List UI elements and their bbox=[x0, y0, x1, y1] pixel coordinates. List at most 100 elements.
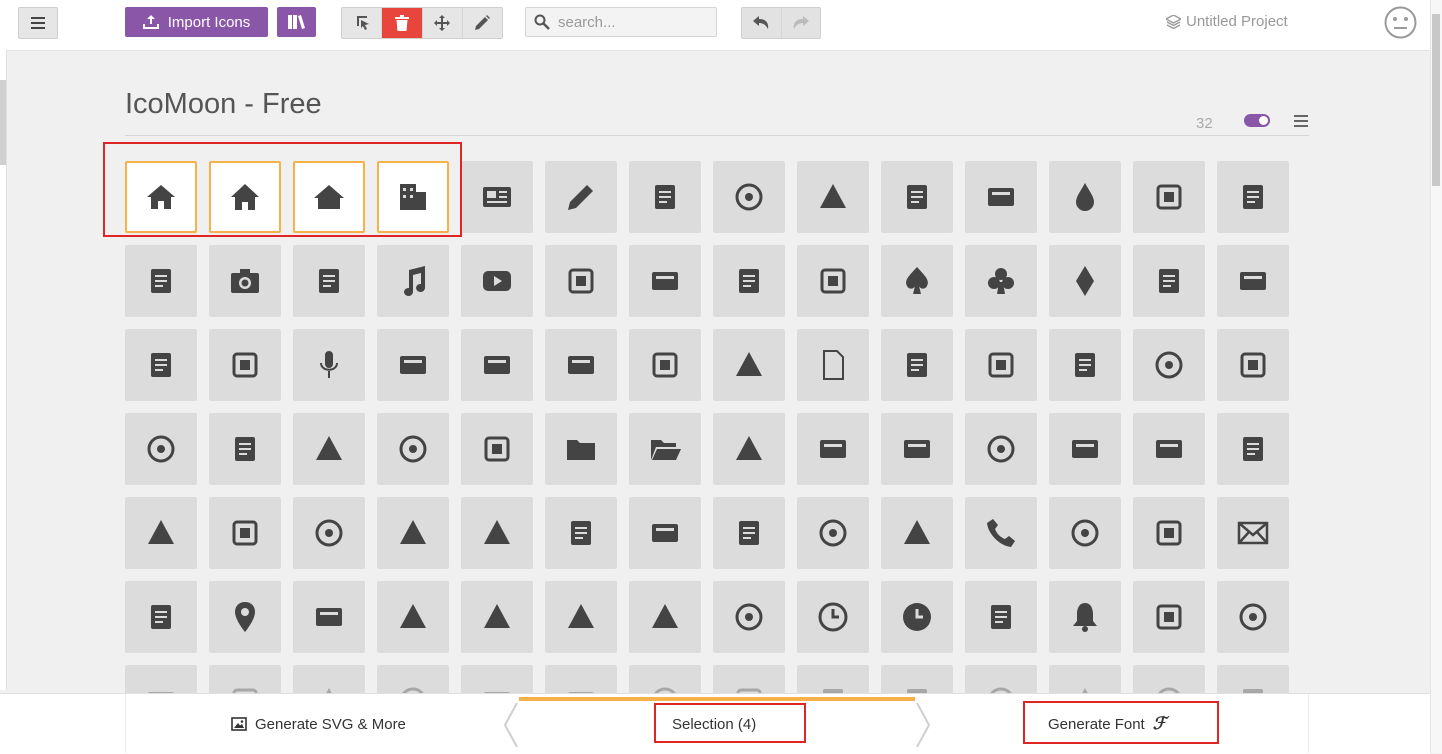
icon-tile-qrcode[interactable] bbox=[125, 497, 197, 569]
icon-tile-paint-format[interactable] bbox=[1133, 161, 1205, 233]
icon-tile-paste[interactable] bbox=[377, 413, 449, 485]
icon-tile-drawer2[interactable] bbox=[881, 665, 953, 693]
icon-tile-folder-open[interactable] bbox=[629, 413, 701, 485]
icon-tile-clubs[interactable] bbox=[965, 245, 1037, 317]
icon-tile-mobile[interactable] bbox=[461, 665, 533, 693]
icon-tile-music[interactable] bbox=[377, 245, 449, 317]
icon-tile-pencil2[interactable] bbox=[629, 161, 701, 233]
icon-tile-dice[interactable] bbox=[713, 245, 785, 317]
icon-tile-location2[interactable] bbox=[293, 581, 365, 653]
icon-tile-image[interactable] bbox=[1217, 161, 1289, 233]
main-menu-button[interactable] bbox=[18, 7, 58, 39]
icon-tile-folder-minus[interactable] bbox=[797, 413, 869, 485]
icon-tile-file-picture[interactable] bbox=[1049, 329, 1121, 401]
icon-tile-display[interactable] bbox=[293, 665, 365, 693]
icon-tile-quill[interactable] bbox=[713, 161, 785, 233]
icon-tile-file-zip[interactable] bbox=[209, 413, 281, 485]
icon-tile-tablet[interactable] bbox=[629, 665, 701, 693]
icon-tile-bullhorn[interactable] bbox=[1133, 245, 1205, 317]
left-scroll-thumb[interactable] bbox=[0, 80, 6, 165]
icon-tile-price-tags[interactable] bbox=[1133, 413, 1205, 485]
icon-tile-folder[interactable] bbox=[545, 413, 617, 485]
icon-library-button[interactable] bbox=[277, 7, 316, 37]
icon-tile-spades[interactable] bbox=[881, 245, 953, 317]
icon-tile-phone[interactable] bbox=[965, 497, 1037, 569]
icon-tile-download[interactable] bbox=[1133, 665, 1205, 693]
icon-set-title[interactable]: IcoMoon - Free bbox=[125, 88, 322, 121]
icon-tile-drawer[interactable] bbox=[797, 665, 869, 693]
icon-tile-files-empty[interactable] bbox=[881, 329, 953, 401]
icon-tile-newspaper[interactable] bbox=[461, 161, 533, 233]
icon-tile-video-camera[interactable] bbox=[629, 245, 701, 317]
user-avatar[interactable] bbox=[1384, 6, 1417, 44]
icon-tile-compass2[interactable] bbox=[461, 581, 533, 653]
icon-tile-copy[interactable] bbox=[293, 413, 365, 485]
icon-tile-pen[interactable] bbox=[797, 161, 869, 233]
import-icons-button[interactable]: Import Icons bbox=[125, 7, 268, 37]
generate-svg-button[interactable]: Generate SVG & More bbox=[231, 712, 406, 736]
icon-tile-clock[interactable] bbox=[797, 581, 869, 653]
icon-tile-clock2[interactable] bbox=[881, 581, 953, 653]
icon-tile-tv[interactable] bbox=[713, 665, 785, 693]
icon-tile-droplet[interactable] bbox=[1049, 161, 1121, 233]
edit-tool[interactable] bbox=[462, 8, 502, 38]
icon-tile-upload[interactable] bbox=[1217, 665, 1289, 693]
icon-tile-mobile2[interactable] bbox=[545, 665, 617, 693]
icon-tile-phone-hang-up[interactable] bbox=[1049, 497, 1121, 569]
icon-tile-map[interactable] bbox=[545, 581, 617, 653]
icon-tile-laptop[interactable] bbox=[377, 665, 449, 693]
undo-button[interactable] bbox=[742, 8, 782, 38]
icon-tile-folder-upload[interactable] bbox=[965, 413, 1037, 485]
icon-tile-address-book[interactable] bbox=[1133, 497, 1205, 569]
icon-tile-cart[interactable] bbox=[293, 497, 365, 569]
icon-tile-file-play[interactable] bbox=[1217, 329, 1289, 401]
icon-tile-alarm[interactable] bbox=[965, 581, 1037, 653]
icon-tile-calculator[interactable] bbox=[797, 497, 869, 569]
icon-tile-barcode[interactable] bbox=[1217, 413, 1289, 485]
icon-tile-calendar[interactable] bbox=[1217, 581, 1289, 653]
icon-tile-blog[interactable] bbox=[881, 161, 953, 233]
icon-tile-folder-plus[interactable] bbox=[713, 413, 785, 485]
icon-tile-keyboard[interactable] bbox=[209, 665, 281, 693]
icon-tile-feed[interactable] bbox=[209, 329, 281, 401]
icon-tile-library[interactable] bbox=[545, 329, 617, 401]
icon-tile-connection[interactable] bbox=[1217, 245, 1289, 317]
icon-tile-file-video[interactable] bbox=[125, 413, 197, 485]
icon-tile-podcast[interactable] bbox=[125, 329, 197, 401]
icon-tile-ticket[interactable] bbox=[209, 497, 281, 569]
icon-tile-envelop[interactable] bbox=[1217, 497, 1289, 569]
icon-tile-coin-yen[interactable] bbox=[629, 497, 701, 569]
icon-tile-pencil[interactable] bbox=[545, 161, 617, 233]
icon-tile-file-empty[interactable] bbox=[797, 329, 869, 401]
project-menu[interactable]: Untitled Project bbox=[1166, 13, 1288, 30]
icon-tile-coin-dollar[interactable] bbox=[377, 497, 449, 569]
delete-tool[interactable] bbox=[382, 8, 423, 38]
icon-tile-lifebuoy[interactable] bbox=[881, 497, 953, 569]
icon-tile-eyedropper[interactable] bbox=[965, 161, 1037, 233]
icon-tile-history[interactable] bbox=[713, 581, 785, 653]
search-box[interactable] bbox=[525, 7, 717, 37]
page-scroll-thumb[interactable] bbox=[1432, 14, 1440, 186]
icon-tile-stopwatch[interactable] bbox=[1133, 581, 1205, 653]
icon-tile-printer[interactable] bbox=[125, 665, 197, 693]
icon-tile-mic[interactable] bbox=[293, 329, 365, 401]
select-tool[interactable] bbox=[342, 8, 383, 38]
icon-tile-headphones[interactable] bbox=[293, 245, 365, 317]
icon-tile-images[interactable] bbox=[125, 245, 197, 317]
icon-tile-box-remove[interactable] bbox=[1049, 665, 1121, 693]
search-input[interactable] bbox=[556, 12, 710, 32]
icon-tile-bell[interactable] bbox=[1049, 581, 1121, 653]
icon-tile-credit-card[interactable] bbox=[713, 497, 785, 569]
set-options-button[interactable] bbox=[1294, 114, 1308, 132]
icon-tile-box-add[interactable] bbox=[965, 665, 1037, 693]
icon-tile-map2[interactable] bbox=[629, 581, 701, 653]
icon-tile-camera[interactable] bbox=[209, 245, 281, 317]
icon-tile-film[interactable] bbox=[545, 245, 617, 317]
icon-tile-file-text[interactable] bbox=[629, 329, 701, 401]
icon-tile-pushpin[interactable] bbox=[125, 581, 197, 653]
icon-tile-profile[interactable] bbox=[713, 329, 785, 401]
set-toggle-switch[interactable] bbox=[1244, 114, 1270, 127]
icon-tile-book[interactable] bbox=[377, 329, 449, 401]
icon-tile-compass[interactable] bbox=[377, 581, 449, 653]
icon-tile-coin-euro[interactable] bbox=[461, 497, 533, 569]
